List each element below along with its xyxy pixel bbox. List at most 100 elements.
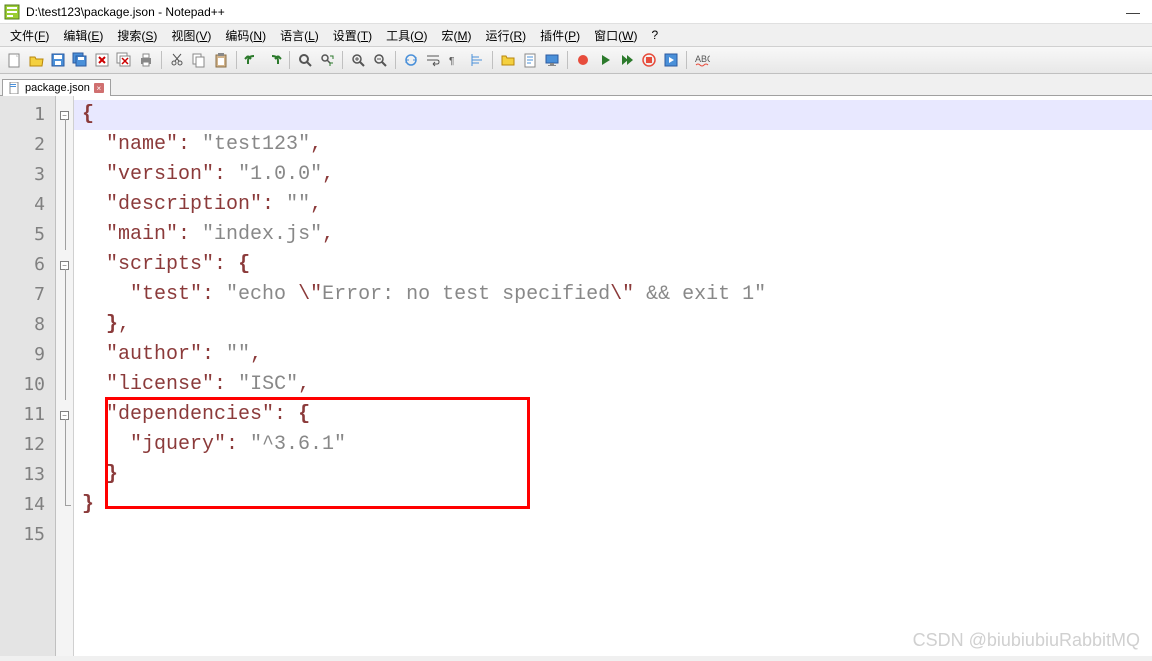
- tab-package-json[interactable]: package.json ×: [2, 79, 111, 96]
- line-number: 3: [0, 160, 55, 190]
- cut-button[interactable]: [167, 50, 187, 70]
- cut-icon: [169, 52, 185, 68]
- fold-cell: [56, 280, 73, 310]
- code-line[interactable]: "test": "echo \"Error: no test specified…: [74, 280, 1152, 310]
- indent-guide-icon: [469, 52, 485, 68]
- play-multi-button[interactable]: [617, 50, 637, 70]
- sync-button[interactable]: [401, 50, 421, 70]
- title-bar: D:\test123\package.json - Notepad++ —: [0, 0, 1152, 24]
- play-icon: [597, 52, 613, 68]
- menu-插件[interactable]: 插件(P): [534, 25, 586, 46]
- fold-cell: [56, 130, 73, 160]
- monitor-button[interactable]: [542, 50, 562, 70]
- menu-设置[interactable]: 设置(T): [327, 25, 378, 46]
- code-line[interactable]: "jquery": "^3.6.1": [74, 430, 1152, 460]
- fold-cell: [56, 190, 73, 220]
- close-tab-icon[interactable]: ×: [94, 83, 104, 93]
- word-wrap-icon: [425, 52, 441, 68]
- code-line[interactable]: }: [74, 490, 1152, 520]
- minimize-button[interactable]: —: [1126, 4, 1140, 20]
- line-number: 14: [0, 490, 55, 520]
- menu-视图[interactable]: 视图(V): [165, 25, 217, 46]
- new-file-icon: [6, 52, 22, 68]
- word-wrap-button[interactable]: [423, 50, 443, 70]
- zoom-in-button[interactable]: [348, 50, 368, 70]
- print-icon: [138, 52, 154, 68]
- find-button[interactable]: [295, 50, 315, 70]
- record-button[interactable]: [573, 50, 593, 70]
- close-all-icon: [116, 52, 132, 68]
- menu-编辑[interactable]: 编辑(E): [57, 25, 109, 46]
- tab-label: package.json: [25, 82, 90, 94]
- play-saved-button[interactable]: [661, 50, 681, 70]
- indent-guide-button[interactable]: [467, 50, 487, 70]
- menu-文件[interactable]: 文件(F): [4, 25, 55, 46]
- code-line[interactable]: [74, 520, 1152, 550]
- menu-语言[interactable]: 语言(L): [274, 25, 325, 46]
- close-all-button[interactable]: [114, 50, 134, 70]
- spell-check-button[interactable]: ABC: [692, 50, 712, 70]
- code-line[interactable]: },: [74, 310, 1152, 340]
- code-line[interactable]: "author": "",: [74, 340, 1152, 370]
- window-title: D:\test123\package.json - Notepad++: [26, 5, 225, 19]
- fold-cell: [56, 160, 73, 190]
- code-line[interactable]: "scripts": {: [74, 250, 1152, 280]
- replace-button[interactable]: [317, 50, 337, 70]
- code-line[interactable]: "version": "1.0.0",: [74, 160, 1152, 190]
- close-icon: [94, 52, 110, 68]
- print-button[interactable]: [136, 50, 156, 70]
- menu-运行[interactable]: 运行(R): [479, 25, 532, 46]
- code-line[interactable]: "main": "index.js",: [74, 220, 1152, 250]
- menu-工具[interactable]: 工具(O): [380, 25, 433, 46]
- redo-button[interactable]: [264, 50, 284, 70]
- menu-?[interactable]: ?: [645, 26, 664, 44]
- save-all-button[interactable]: [70, 50, 90, 70]
- code-line[interactable]: }: [74, 460, 1152, 490]
- line-number: 10: [0, 370, 55, 400]
- show-all-button[interactable]: ¶: [445, 50, 465, 70]
- paste-button[interactable]: [211, 50, 231, 70]
- fold-cell: [56, 460, 73, 490]
- fold-column: −−−: [56, 96, 74, 656]
- line-number: 12: [0, 430, 55, 460]
- undo-button[interactable]: [242, 50, 262, 70]
- code-line[interactable]: "name": "test123",: [74, 130, 1152, 160]
- code-line[interactable]: "description": "",: [74, 190, 1152, 220]
- file-icon: [9, 82, 21, 94]
- code-line[interactable]: "license": "ISC",: [74, 370, 1152, 400]
- svg-text:ABC: ABC: [695, 54, 710, 64]
- folder-button[interactable]: [498, 50, 518, 70]
- new-file-button[interactable]: [4, 50, 24, 70]
- line-number: 4: [0, 190, 55, 220]
- record-stop-button[interactable]: [639, 50, 659, 70]
- spell-check-icon: ABC: [694, 52, 710, 68]
- folder-icon: [500, 52, 516, 68]
- save-button[interactable]: [48, 50, 68, 70]
- menu-编码[interactable]: 编码(N): [219, 25, 272, 46]
- svg-text:¶: ¶: [449, 56, 454, 67]
- play-button[interactable]: [595, 50, 615, 70]
- fold-cell: [56, 220, 73, 250]
- play-multi-icon: [619, 52, 635, 68]
- zoom-out-button[interactable]: [370, 50, 390, 70]
- editor-area[interactable]: 123456789101112131415 −−− { "name": "tes…: [0, 96, 1152, 656]
- doc-button[interactable]: [520, 50, 540, 70]
- close-button[interactable]: [92, 50, 112, 70]
- line-number: 2: [0, 130, 55, 160]
- code-line[interactable]: {: [74, 100, 1152, 130]
- line-number: 7: [0, 280, 55, 310]
- open-file-button[interactable]: [26, 50, 46, 70]
- code-line[interactable]: "dependencies": {: [74, 400, 1152, 430]
- menu-搜索[interactable]: 搜索(S): [111, 25, 163, 46]
- menu-宏[interactable]: 宏(M): [435, 25, 477, 46]
- code-area[interactable]: { "name": "test123", "version": "1.0.0",…: [74, 96, 1152, 656]
- copy-button[interactable]: [189, 50, 209, 70]
- menu-窗口[interactable]: 窗口(W): [588, 25, 643, 46]
- menu-bar: 文件(F)编辑(E)搜索(S)视图(V)编码(N)语言(L)设置(T)工具(O)…: [0, 24, 1152, 46]
- line-number: 13: [0, 460, 55, 490]
- doc-icon: [522, 52, 538, 68]
- save-icon: [50, 52, 66, 68]
- fold-cell: −: [56, 100, 73, 130]
- fold-cell: [56, 490, 73, 520]
- fold-cell: [56, 520, 73, 550]
